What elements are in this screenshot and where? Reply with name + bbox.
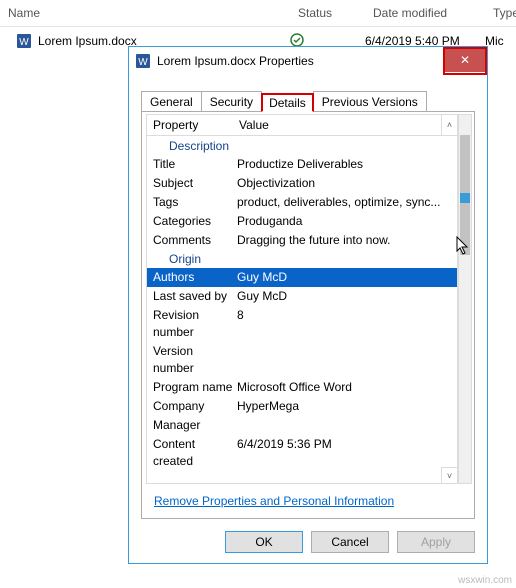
section-description: Description <box>147 137 457 155</box>
row-program-name[interactable]: Program nameMicrosoft Office Word <box>147 378 457 397</box>
sync-ok-icon <box>290 33 304 47</box>
chevron-up-icon: ˄ <box>447 120 452 130</box>
chevron-down-icon: ˅ <box>447 471 452 481</box>
svg-text:W: W <box>19 37 29 48</box>
column-status[interactable]: Status <box>290 0 365 26</box>
svg-text:W: W <box>138 57 148 68</box>
close-icon: ✕ <box>460 53 470 67</box>
tab-security[interactable]: Security <box>201 91 262 112</box>
property-grid: Property Value ˄ Description TitleProduc… <box>146 114 458 484</box>
row-subject[interactable]: SubjectObjectivization <box>147 174 457 193</box>
row-title[interactable]: TitleProductize Deliverables <box>147 155 457 174</box>
tab-general[interactable]: General <box>141 91 202 112</box>
tab-details[interactable]: Details <box>261 93 314 112</box>
header-property[interactable]: Property <box>147 115 233 135</box>
header-scroll-up[interactable]: ˄ <box>441 115 457 135</box>
remove-properties-link[interactable]: Remove Properties and Personal Informati… <box>154 494 394 508</box>
row-company[interactable]: CompanyHyperMega <box>147 397 457 416</box>
file-name: Lorem Ipsum.docx <box>38 34 137 48</box>
row-last-saved-by[interactable]: Last saved byGuy McD <box>147 287 457 306</box>
row-comments[interactable]: CommentsDragging the future into now. <box>147 231 457 250</box>
header-value[interactable]: Value <box>233 115 441 135</box>
scrollbar-accent <box>460 193 470 203</box>
row-tags[interactable]: Tagsproduct, deliverables, optimize, syn… <box>147 193 457 212</box>
cancel-button[interactable]: Cancel <box>311 531 389 553</box>
column-type[interactable]: Type <box>485 0 516 26</box>
row-categories[interactable]: CategoriesProduganda <box>147 212 457 231</box>
watermark: wsxwin.com <box>458 575 512 586</box>
word-doc-icon: W <box>135 53 151 69</box>
grid-scroll-down[interactable]: ˅ <box>441 467 457 483</box>
row-revision-number[interactable]: Revision number8 <box>147 306 457 342</box>
row-content-created[interactable]: Content created6/4/2019 5:36 PM <box>147 435 457 467</box>
file-type: Mic <box>485 34 515 48</box>
row-authors[interactable]: AuthorsGuy McD <box>147 268 457 287</box>
dialog-title: Lorem Ipsum.docx Properties <box>157 54 445 68</box>
column-date[interactable]: Date modified <box>365 0 485 26</box>
column-name[interactable]: Name <box>0 0 290 26</box>
dialog-titlebar[interactable]: W Lorem Ipsum.docx Properties ✕ <box>129 47 487 75</box>
properties-dialog: W Lorem Ipsum.docx Properties ✕ General … <box>128 46 488 564</box>
tab-strip: General Security Details Previous Versio… <box>141 89 475 111</box>
panel-scrollbar[interactable] <box>458 114 472 484</box>
section-origin: Origin <box>147 250 457 268</box>
word-doc-icon: W <box>16 33 32 49</box>
tab-previous-versions[interactable]: Previous Versions <box>313 91 427 112</box>
apply-button[interactable]: Apply <box>397 531 475 553</box>
row-version-number[interactable]: Version number <box>147 342 457 378</box>
row-manager[interactable]: Manager <box>147 416 457 435</box>
grid-header: Property Value ˄ <box>147 115 457 136</box>
details-panel: Property Value ˄ Description TitleProduc… <box>141 111 475 519</box>
explorer-column-header: Name Status Date modified Type <box>0 0 516 27</box>
ok-button[interactable]: OK <box>225 531 303 553</box>
close-button[interactable]: ✕ <box>445 48 485 72</box>
